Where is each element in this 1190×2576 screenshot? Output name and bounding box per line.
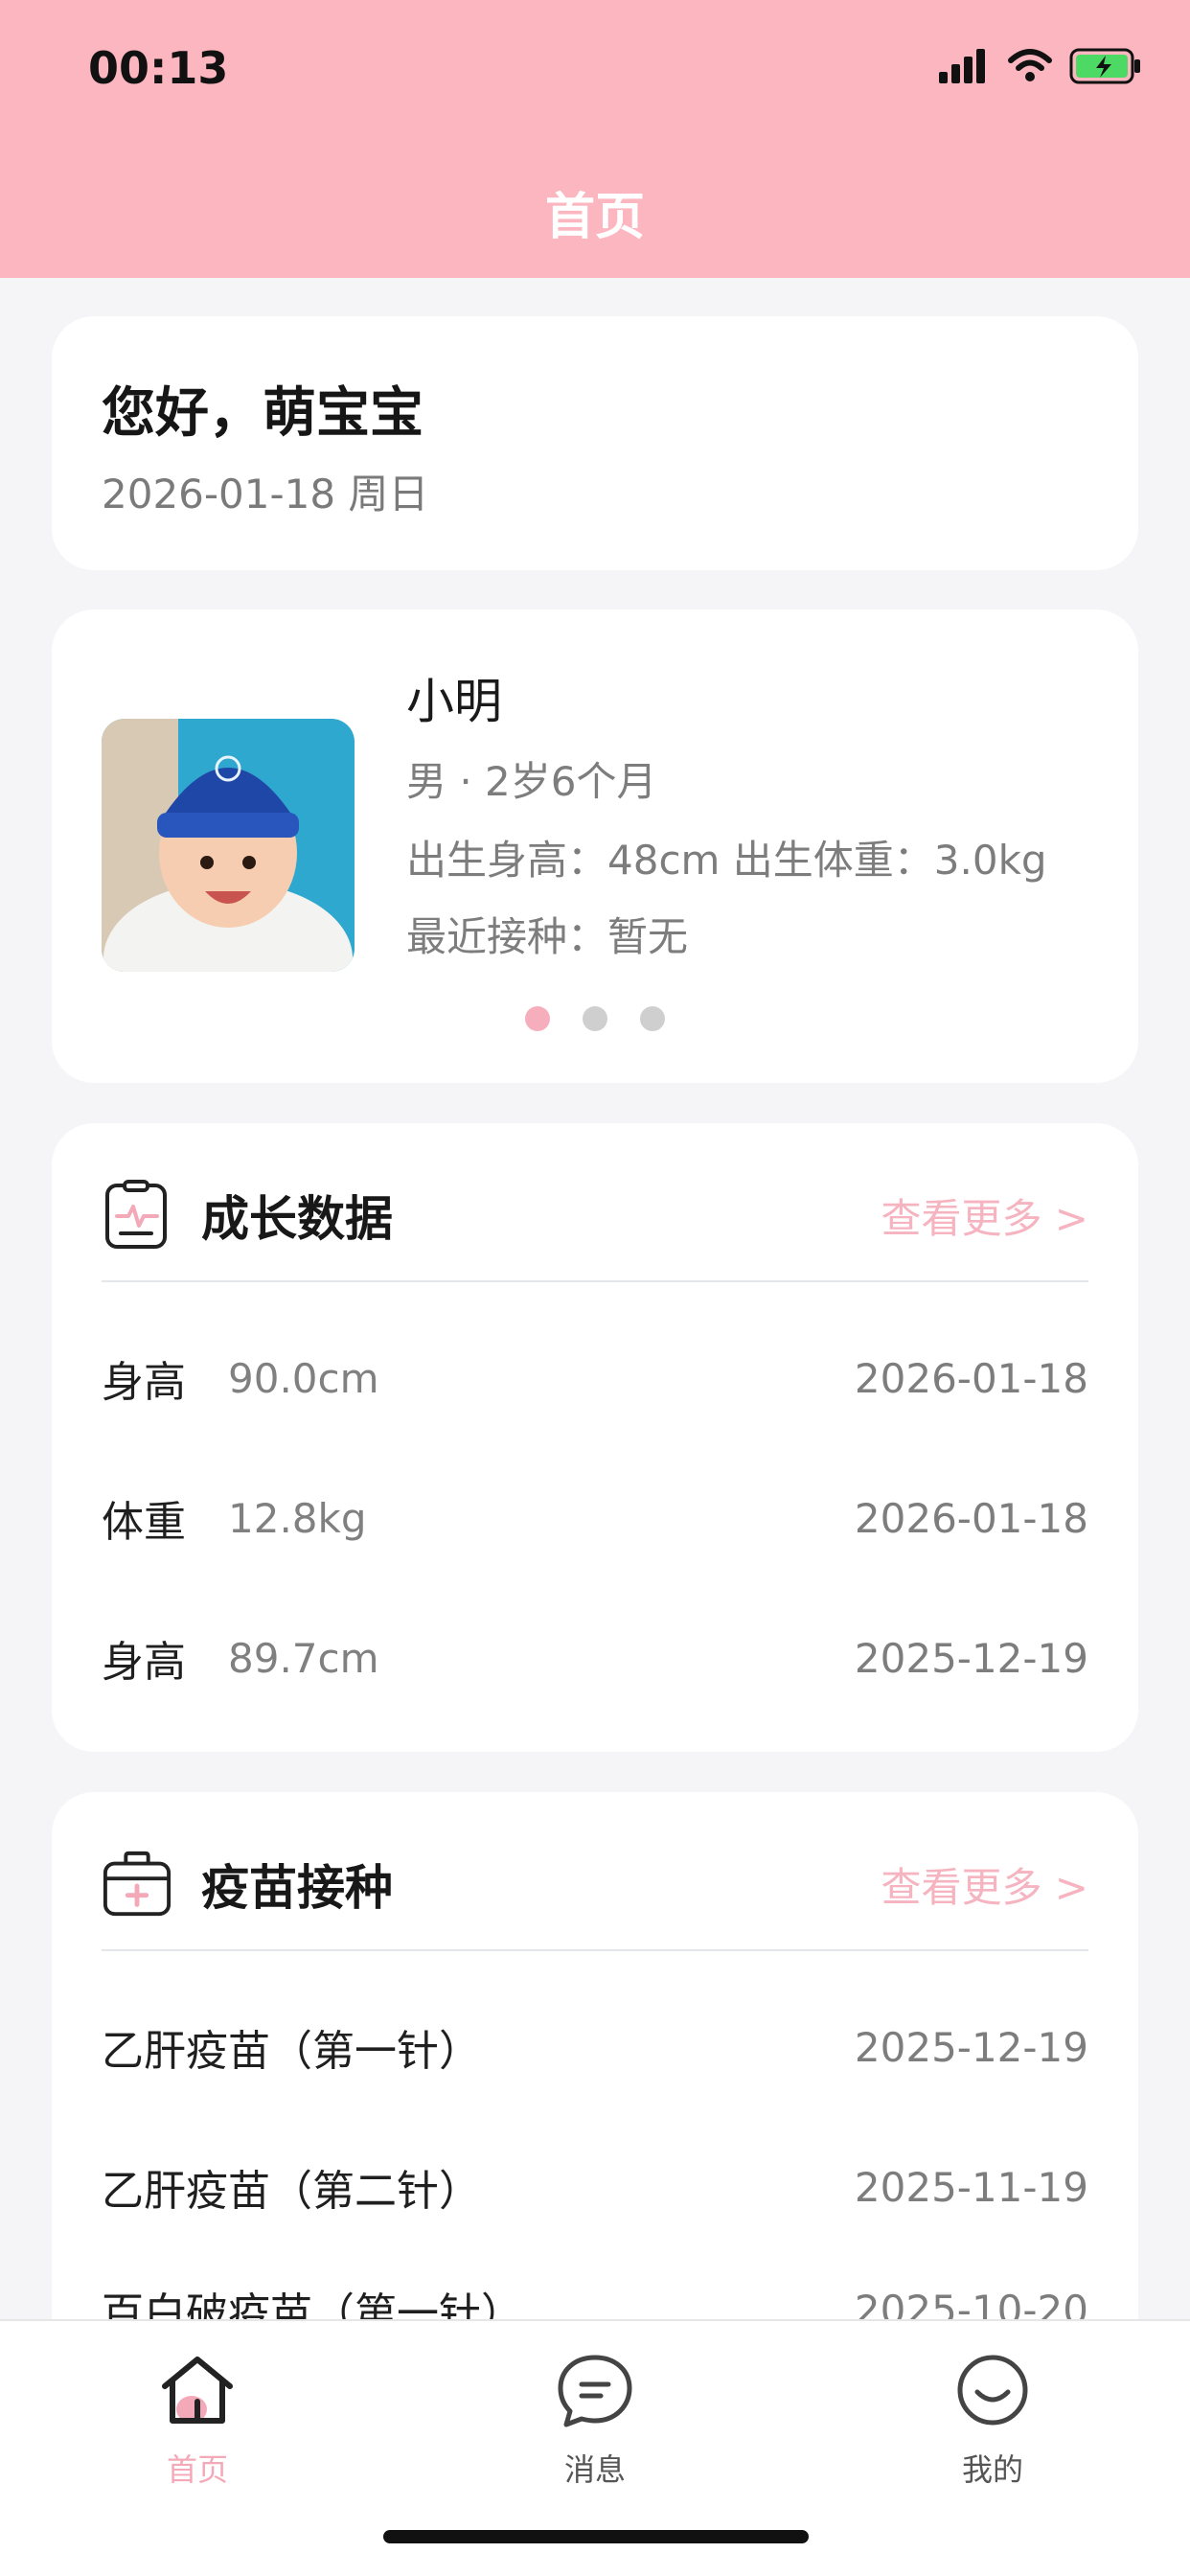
baby-birth-info: 出生身高：48cm 出生体重：3.0kg xyxy=(406,837,1047,884)
greeting-card: 您好，萌宝宝 2026-01-18 周日 xyxy=(52,316,1138,570)
growth-row[interactable]: 体重 12.8kg 2026-01-18 xyxy=(102,1480,1088,1556)
growth-row-label: 体重 xyxy=(102,1498,186,1547)
home-icon xyxy=(82,2342,312,2438)
baby-recent-vaccine: 最近接种：暂无 xyxy=(406,913,689,960)
growth-header: 成长数据 查看更多 > xyxy=(102,1162,1088,1269)
growth-row-date: 2025-12-19 xyxy=(854,1634,1088,1682)
growth-title: 成长数据 xyxy=(201,1191,393,1247)
tab-home[interactable]: 首页 xyxy=(82,2342,312,2490)
vaccine-more-link[interactable]: 查看更多 > xyxy=(881,1855,1088,1914)
battery-icon xyxy=(1069,48,1140,84)
baby-avatar xyxy=(102,719,355,972)
vaccine-row-name: 乙肝疫苗（第一针） xyxy=(102,2027,481,2076)
tab-messages[interactable]: 消息 xyxy=(480,2342,710,2490)
header: 00:13 首页 xyxy=(0,0,1190,278)
vaccine-row-date: 2025-11-19 xyxy=(854,2163,1088,2211)
vaccine-title: 疫苗接种 xyxy=(201,1860,393,1916)
growth-row-value: 89.7cm xyxy=(228,1634,379,1682)
message-icon xyxy=(480,2342,710,2438)
baby-name: 小明 xyxy=(406,674,502,729)
vaccine-row[interactable]: 乙肝疫苗（第二针） 2025-11-19 xyxy=(102,2149,1088,2225)
divider xyxy=(102,1280,1088,1282)
profile-icon xyxy=(878,2342,1108,2438)
greeting-date: 2026-01-18 周日 xyxy=(102,471,429,518)
growth-row-value: 12.8kg xyxy=(228,1494,367,1542)
carousel-dot[interactable] xyxy=(583,1006,607,1031)
home-page: 00:13 首页 您好，萌宝宝 2026-01-18 周日 小明 男 · 2岁6… xyxy=(0,0,1190,2576)
carousel-dot[interactable] xyxy=(525,1006,550,1031)
tab-label: 首页 xyxy=(166,2451,228,2488)
greeting-title: 您好，萌宝宝 xyxy=(102,382,423,445)
growth-row[interactable]: 身高 89.7cm 2025-12-19 xyxy=(102,1620,1088,1696)
growth-row-date: 2026-01-18 xyxy=(854,1354,1088,1402)
growth-row-label: 身高 xyxy=(102,1638,186,1687)
growth-card: 成长数据 查看更多 > 身高 90.0cm 2026-01-18 体重 12.8… xyxy=(52,1123,1138,1752)
carousel-dot[interactable] xyxy=(640,1006,665,1031)
tab-label: 消息 xyxy=(563,2451,626,2488)
page-title: 首页 xyxy=(544,189,645,246)
baby-profile-card[interactable]: 小明 男 · 2岁6个月 出生身高：48cm 出生体重：3.0kg 最近接种：暂… xyxy=(52,610,1138,1083)
signal-icon xyxy=(939,49,985,83)
vaccine-row[interactable]: 乙肝疫苗（第一针） 2025-12-19 xyxy=(102,2009,1088,2085)
growth-row-date: 2026-01-18 xyxy=(854,1494,1088,1542)
growth-more-link[interactable]: 查看更多 > xyxy=(881,1186,1088,1245)
vaccine-row-name: 乙肝疫苗（第二针） xyxy=(102,2167,481,2216)
status-time: 00:13 xyxy=(88,42,229,94)
vaccine-row-date: 2025-12-19 xyxy=(854,2023,1088,2071)
carousel-dots xyxy=(52,1006,1138,1031)
divider xyxy=(102,1949,1088,1951)
medical-kit-icon xyxy=(102,1849,172,1920)
growth-row[interactable]: 身高 90.0cm 2026-01-18 xyxy=(102,1340,1088,1416)
growth-row-label: 身高 xyxy=(102,1358,186,1407)
status-icons xyxy=(939,48,1142,84)
growth-row-value: 90.0cm xyxy=(228,1354,379,1402)
home-indicator[interactable] xyxy=(383,2530,809,2543)
vaccine-header: 疫苗接种 查看更多 > xyxy=(102,1830,1088,1938)
wifi-icon xyxy=(1008,49,1052,81)
baby-gender-age: 男 · 2岁6个月 xyxy=(406,758,657,805)
tab-profile[interactable]: 我的 xyxy=(878,2342,1108,2490)
growth-chart-icon xyxy=(102,1180,172,1251)
tab-label: 我的 xyxy=(961,2451,1023,2488)
